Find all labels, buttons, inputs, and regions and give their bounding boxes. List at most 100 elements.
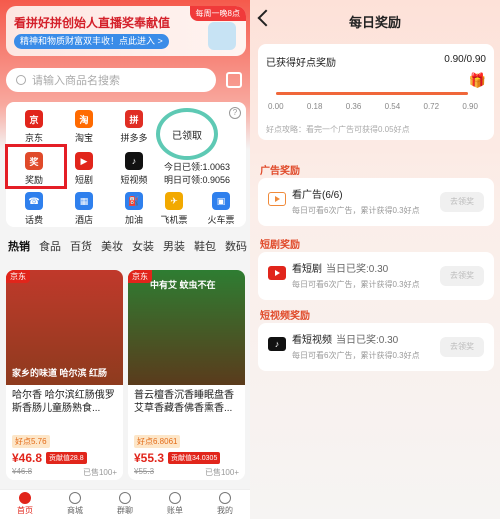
sold-count: 已售100+ (82, 468, 117, 477)
reward-badge: 贡献值34.0305 (168, 452, 221, 464)
grid-item-label: 飞机票 (160, 215, 188, 225)
grid-item-taobao[interactable]: 淘 淘宝 (64, 110, 104, 144)
tab-general[interactable]: 百货 (70, 238, 92, 262)
task-title: 看短视频 当日已奖:0.30 (292, 331, 398, 346)
tab-women[interactable]: 女装 (132, 238, 154, 262)
taobao-icon: 淘 (75, 110, 93, 128)
phone-icon: ☎ (25, 192, 43, 210)
page-title: 每日奖励 (348, 15, 401, 30)
help-icon[interactable]: ? (229, 107, 241, 119)
daily-rewards-screen: 每日奖励 已获得好点奖励 0.90/0.90 🎁 0.00 0.18 0.36 … (250, 0, 500, 519)
airplane-icon: ✈ (165, 192, 183, 210)
task-description: 每日可看6次广告，累计获得0.3好点 (292, 351, 420, 360)
progress-tick: 0.36 (345, 102, 362, 111)
grid-item-jd[interactable]: 京 京东 (14, 110, 54, 144)
product-card[interactable]: 京东 中有艾 蚊虫不在 普云檀香沉香睡眠盘香艾草香藏香佛香熏香... 好点6.8… (128, 270, 245, 480)
grid-item-label: 酒店 (74, 215, 93, 225)
claim-button[interactable]: 去领奖 (440, 337, 484, 357)
progress-value: 0.90/0.90 (444, 54, 486, 65)
banner-enter-link[interactable]: 精神和物质财富双丰收！点此进入 > (14, 34, 169, 49)
tab-group-chat[interactable]: 群聊 (100, 490, 150, 519)
progress-tip: 好点攻略：看完一个广告可获得0.05好点 (266, 125, 410, 134)
grid-item-flight[interactable]: ✈ 飞机票 (154, 192, 194, 226)
task-watch-short-drama: 看短剧 当日已奖:0.30 每日可看6次广告，累计获得0.3好点 去领奖 (258, 252, 494, 300)
user-icon (219, 492, 231, 504)
grid-item-label: 短视频 (120, 175, 148, 185)
original-price: ¥46.8 (12, 467, 33, 476)
product-card[interactable]: 京东 家乡的味道 哈尔滨 红肠 哈尔香 哈尔滨红肠俄罗斯香肠儿童肠熟食... 好… (6, 270, 123, 480)
tab-digital[interactable]: 数码 (225, 238, 247, 262)
grid-item-hotel[interactable]: ▦ 酒店 (64, 192, 104, 226)
tab-food[interactable]: 食品 (39, 238, 61, 262)
tab-men[interactable]: 男装 (163, 238, 185, 262)
progress-label: 已获得好点奖励 (266, 58, 336, 69)
progress-tick: 0.90 (462, 102, 478, 111)
tab-label: 我的 (217, 506, 233, 515)
task-watch-short-video: ♪ 看短视频 当日已奖:0.30 每日可看6次广告，累计获得0.3好点 去领奖 (258, 323, 494, 371)
reward-badge: 贡献值28.8 (46, 452, 87, 464)
task-name-text: 看短视频 (292, 335, 332, 346)
grid-item-fuel[interactable]: ⛽ 加油 (114, 192, 154, 226)
claim-status-button[interactable]: 已领取 (156, 108, 218, 160)
bottom-tab-bar: 首页 商城 群聊 账单 我的 (0, 489, 250, 519)
gift-box-icon (208, 22, 236, 50)
task-name-text: 看短剧 (292, 264, 322, 275)
promo-banner[interactable]: 看拼好拼创始人直播奖奉献值 每周一晚8点 精神和物质财富双丰收！点此进入 > (6, 6, 246, 56)
tab-profile[interactable]: 我的 (200, 490, 250, 519)
fuel-pump-icon: ⛽ (125, 192, 143, 210)
grid-item-short-video[interactable]: ♪ 短视频 (114, 152, 154, 186)
task-earned: 当日已奖:0.30 (336, 335, 399, 346)
product-image: 京东 家乡的味道 哈尔滨 红肠 (6, 270, 123, 385)
section-title-short-video: 短视频奖励 (260, 311, 310, 322)
task-description: 每日可看6次广告，累计获得0.3好点 (292, 280, 420, 289)
product-price: ¥46.8 (12, 451, 43, 465)
points-badge: 好点5.76 (12, 435, 50, 448)
grid-item-pinduoduo[interactable]: 拼 拼多多 (114, 110, 154, 144)
sold-count: 已售100+ (204, 468, 239, 477)
task-title: 看短剧 当日已奖:0.30 (292, 260, 388, 275)
grid-item-label: 淘宝 (74, 133, 93, 143)
task-watch-ads: 看广告(6/6) 每日可看6次广告，累计获得0.3好点 去领奖 (258, 178, 494, 226)
home-icon (19, 492, 31, 504)
gift-icon: 🎁 (468, 72, 486, 88)
grid-item-label: 话费 (24, 215, 43, 225)
grid-item-phone-bill[interactable]: ☎ 话费 (14, 192, 54, 226)
tab-home[interactable]: 首页 (0, 490, 50, 519)
claim-button[interactable]: 去领奖 (440, 192, 484, 212)
chat-bubble-icon (119, 492, 131, 504)
category-tabs: 热销 食品 百货 美妆 女装 男装 鞋包 数码 电 (0, 238, 250, 262)
product-title: 哈尔香 哈尔滨红肠俄罗斯香肠儿童肠熟食... (12, 390, 115, 414)
bill-icon (169, 492, 181, 504)
section-title-short-drama: 短剧奖励 (260, 240, 300, 251)
product-image-caption: 中有艾 蚊虫不在 (150, 280, 216, 290)
grid-item-short-drama[interactable]: ▶ 短剧 (64, 152, 104, 186)
shopping-home-screen: 看拼好拼创始人直播奖奉献值 每周一晚8点 精神和物质财富双丰收！点此进入 > 请… (0, 0, 250, 519)
product-image-caption: 家乡的味道 哈尔滨 红肠 (12, 368, 108, 378)
scan-icon[interactable] (226, 72, 242, 88)
grid-item-label: 加油 (124, 215, 143, 225)
video-camera-icon (268, 266, 286, 280)
task-title: 看广告(6/6) (292, 186, 343, 201)
tab-mall[interactable]: 商城 (50, 490, 100, 519)
grid-item-label: 火车票 (207, 215, 235, 225)
tab-shoes-bags[interactable]: 鞋包 (194, 238, 216, 262)
jd-icon: 京 (25, 110, 43, 128)
highlight-annotation-box (5, 144, 67, 189)
grid-item-label: 拼多多 (120, 133, 148, 143)
video-camera-icon: ▶ (75, 152, 93, 170)
claim-button[interactable]: 去领奖 (440, 266, 484, 286)
original-price: ¥55.3 (134, 467, 155, 476)
progress-fill (276, 92, 468, 95)
pinduoduo-icon: 拼 (125, 110, 143, 128)
grid-item-train[interactable]: ▣ 火车票 (201, 192, 241, 226)
tab-beauty[interactable]: 美妆 (101, 238, 123, 262)
search-input[interactable]: 请输入商品名搜索 (6, 68, 216, 92)
tab-hot[interactable]: 热销 (8, 238, 30, 262)
progress-tick: 0.72 (423, 102, 440, 111)
store-badge: 京东 (128, 270, 152, 283)
banner-title: 看拼好拼创始人直播奖奉献值 (14, 16, 171, 30)
progress-track (276, 92, 468, 95)
tab-label: 商城 (67, 506, 83, 515)
tab-bills[interactable]: 账单 (150, 490, 200, 519)
progress-ticks: 0.00 0.18 0.36 0.54 0.72 0.90 (268, 102, 478, 111)
